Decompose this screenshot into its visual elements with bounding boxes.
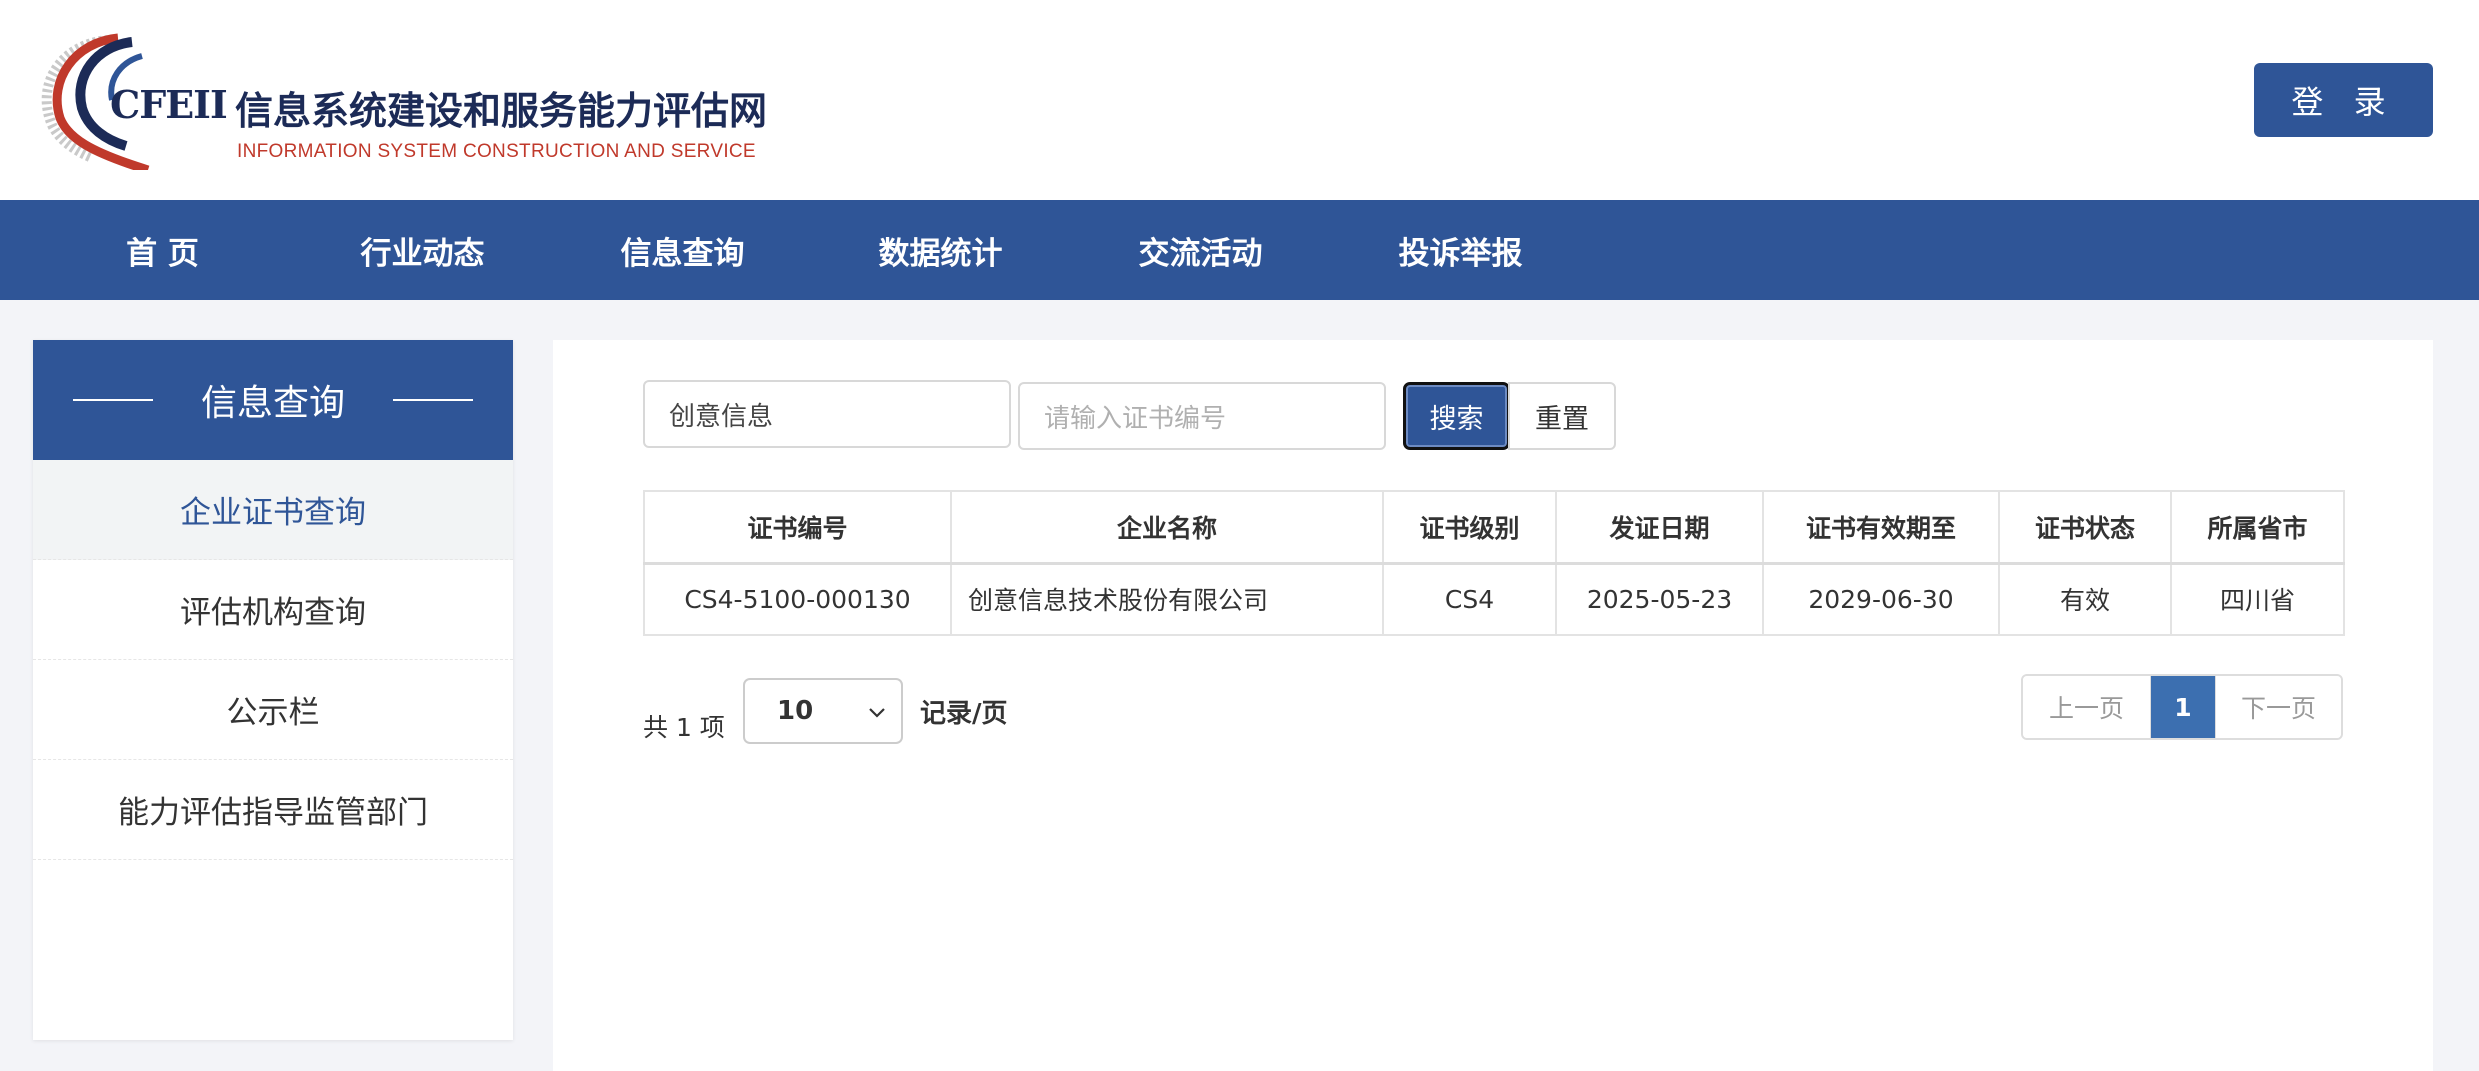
cell-province: 四川省 bbox=[2170, 562, 2345, 636]
total-count: 共 1 项 bbox=[643, 713, 725, 742]
table-row[interactable]: CS4-5100-000130 创意信息技术股份有限公司 CS4 2025-05… bbox=[643, 562, 2345, 636]
nav-item-home[interactable]: 首 页 bbox=[95, 200, 230, 300]
reset-button[interactable]: 重置 bbox=[1508, 382, 1616, 450]
login-button[interactable]: 登 录 bbox=[2254, 63, 2433, 137]
pagination: 上一页 1 下一页 bbox=[2021, 674, 2343, 740]
nav-item-data-statistics[interactable]: 数据统计 bbox=[858, 200, 1023, 300]
sidebar-item-supervision-departments[interactable]: 能力评估指导监管部门 bbox=[33, 760, 513, 860]
site-header: CFEII 信息系统建设和服务能力评估网 INFORMATION SYSTEM … bbox=[0, 0, 2479, 200]
sidebar: 信息查询 企业证书查询 评估机构查询 公示栏 能力评估指导监管部门 bbox=[33, 340, 513, 1040]
main-panel: 创意信息 请输入证书编号 搜索 重置 证书编号 企业名称 证书级别 发证日期 证… bbox=[553, 340, 2433, 1071]
cell-certificate-number: CS4-5100-000130 bbox=[643, 562, 952, 636]
logo-title-cn: 信息系统建设和服务能力评估网 bbox=[235, 89, 768, 133]
cell-certificate-level: CS4 bbox=[1382, 562, 1557, 636]
search-button[interactable]: 搜索 bbox=[1403, 382, 1510, 450]
page-size-select[interactable]: 10 bbox=[743, 678, 903, 744]
current-page-button[interactable]: 1 bbox=[2151, 676, 2215, 738]
table-header-row: 证书编号 企业名称 证书级别 发证日期 证书有效期至 证书状态 所属省市 bbox=[643, 490, 2345, 564]
sidebar-item-bulletin[interactable]: 公示栏 bbox=[33, 660, 513, 760]
sidebar-header: 信息查询 bbox=[33, 340, 513, 460]
sidebar-item-agency-query[interactable]: 评估机构查询 bbox=[33, 560, 513, 660]
page-size-value: 10 bbox=[777, 696, 814, 726]
per-page-label: 记录/页 bbox=[920, 698, 1008, 729]
company-name-input[interactable]: 创意信息 bbox=[643, 380, 1011, 448]
column-header: 证书有效期至 bbox=[1762, 490, 2000, 564]
column-header: 证书编号 bbox=[643, 490, 952, 564]
cell-company-name: 创意信息技术股份有限公司 bbox=[950, 562, 1384, 636]
cell-valid-until: 2029-06-30 bbox=[1762, 562, 2000, 636]
prev-page-button[interactable]: 上一页 bbox=[2023, 676, 2151, 738]
column-header: 证书状态 bbox=[1998, 490, 2172, 564]
nav-item-industry-news[interactable]: 行业动态 bbox=[340, 200, 505, 300]
nav-item-complaints[interactable]: 投诉举报 bbox=[1378, 200, 1543, 300]
nav-item-info-query[interactable]: 信息查询 bbox=[600, 200, 765, 300]
column-header: 证书级别 bbox=[1382, 490, 1557, 564]
cell-status: 有效 bbox=[1998, 562, 2172, 636]
site-logo[interactable]: CFEII 信息系统建设和服务能力评估网 INFORMATION SYSTEM … bbox=[30, 30, 767, 170]
column-header: 发证日期 bbox=[1555, 490, 1764, 564]
main-nav: 首 页 行业动态 信息查询 数据统计 交流活动 投诉举报 bbox=[0, 200, 2479, 300]
certificate-number-input[interactable]: 请输入证书编号 bbox=[1018, 382, 1386, 450]
logo-title-en: INFORMATION SYSTEM CONSTRUCTION AND SERV… bbox=[237, 141, 756, 162]
logo-abbreviation: CFEII bbox=[110, 82, 228, 127]
column-header: 所属省市 bbox=[2170, 490, 2345, 564]
sidebar-item-certificate-query[interactable]: 企业证书查询 bbox=[33, 460, 513, 560]
nav-item-exchange-activities[interactable]: 交流活动 bbox=[1118, 200, 1283, 300]
sidebar-header-line-right bbox=[393, 399, 473, 401]
certificate-table: 证书编号 企业名称 证书级别 发证日期 证书有效期至 证书状态 所属省市 CS4… bbox=[643, 490, 2345, 636]
next-page-button[interactable]: 下一页 bbox=[2215, 676, 2341, 738]
cell-issue-date: 2025-05-23 bbox=[1555, 562, 1764, 636]
column-header: 企业名称 bbox=[950, 490, 1384, 564]
chevron-down-icon bbox=[869, 708, 885, 718]
